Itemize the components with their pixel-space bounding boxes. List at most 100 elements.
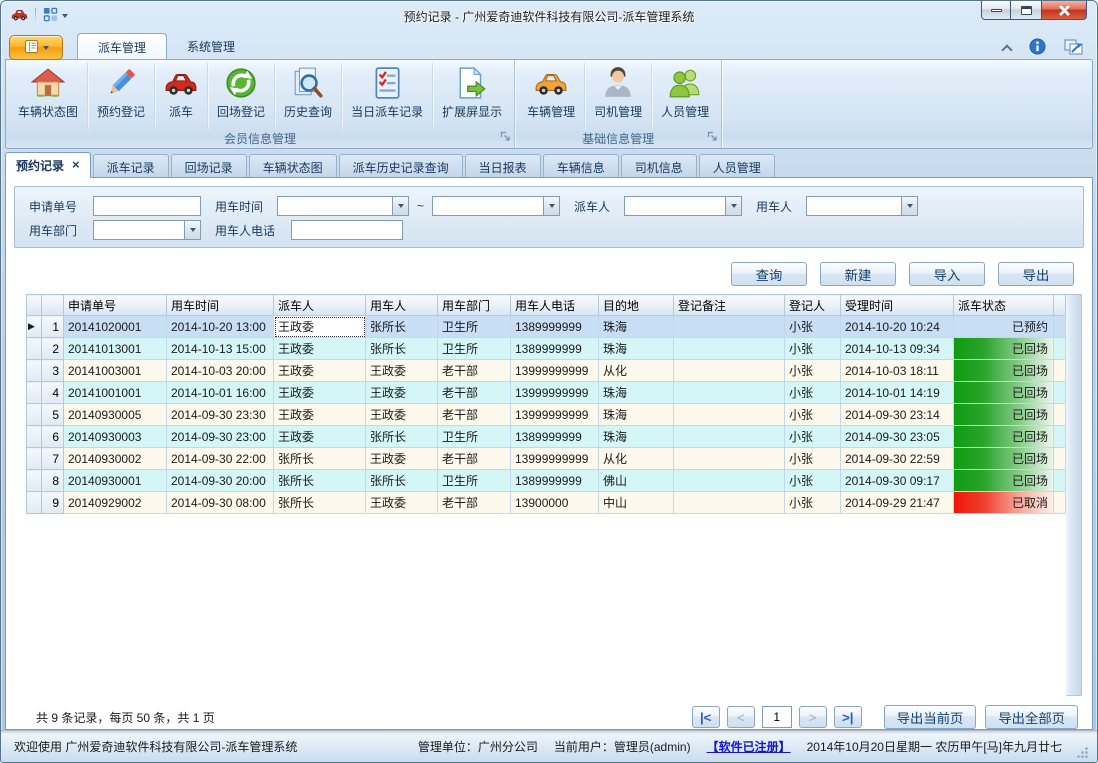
cell-status[interactable]: 已回场	[954, 448, 1054, 470]
cell-registrar[interactable]: 小张	[785, 404, 841, 426]
layout-squares-icon[interactable]	[43, 7, 58, 25]
ribbon-button-1-2[interactable]: 人员管理	[652, 63, 718, 129]
cell-note[interactable]	[674, 492, 785, 514]
cell-accept-time[interactable]: 2014-10-01 14:19	[841, 382, 954, 404]
table-row[interactable]: 9201409290022014-09-30 08:00张所长王政委老干部139…	[27, 492, 1066, 514]
doc-tab-4[interactable]: 派车历史记录查询	[339, 154, 463, 177]
row-number-cell[interactable]: 9	[42, 492, 64, 514]
user-phone-input[interactable]	[291, 220, 403, 240]
row-number-cell[interactable]: 4	[42, 382, 64, 404]
cell-accept-time[interactable]: 2014-09-29 21:47	[841, 492, 954, 514]
col-order-no[interactable]: 申请单号	[64, 295, 167, 316]
cell-accept-time[interactable]: 2014-10-03 18:11	[841, 360, 954, 382]
cell-use-time[interactable]: 2014-10-01 16:00	[167, 382, 274, 404]
cell-registrar[interactable]: 小张	[785, 492, 841, 514]
cell-accept-time[interactable]: 2014-09-30 22:59	[841, 448, 954, 470]
cell-user[interactable]: 王政委	[366, 382, 438, 404]
row-indicator-cell[interactable]: ▶	[27, 316, 42, 338]
cell-user[interactable]: 王政委	[366, 360, 438, 382]
next-page-button[interactable]: >	[799, 706, 827, 728]
row-number-cell[interactable]: 5	[42, 404, 64, 426]
ribbon-button-0-3[interactable]: 回场登记	[208, 63, 275, 129]
cell-destination[interactable]: 珠海	[599, 404, 674, 426]
table-row[interactable]: 8201409300012014-09-30 20:00张所长张所长卫生所138…	[27, 470, 1066, 492]
cell-note[interactable]	[674, 404, 785, 426]
col-destination[interactable]: 目的地	[599, 295, 674, 316]
cell-note[interactable]	[674, 316, 785, 338]
cell-status[interactable]: 已预约	[954, 316, 1054, 338]
cell-user[interactable]: 王政委	[366, 404, 438, 426]
cell-accept-time[interactable]: 2014-10-20 10:24	[841, 316, 954, 338]
cell-status[interactable]: 已回场	[954, 360, 1054, 382]
cell-user[interactable]: 张所长	[366, 338, 438, 360]
cell-registrar[interactable]: 小张	[785, 316, 841, 338]
use-time-to-combo[interactable]	[432, 196, 560, 216]
cell-order-no[interactable]: 20140930002	[64, 448, 167, 470]
col-use-time[interactable]: 用车时间	[167, 295, 274, 316]
cell-department[interactable]: 卫生所	[438, 316, 511, 338]
dialog-launcher-icon[interactable]	[707, 131, 718, 145]
table-row[interactable]: 6201409300032014-09-30 23:00王政委张所长卫生所138…	[27, 426, 1066, 448]
cell-user[interactable]: 张所长	[366, 316, 438, 338]
cell-accept-time[interactable]: 2014-09-30 09:17	[841, 470, 954, 492]
col-dispatcher[interactable]: 派车人	[274, 295, 366, 316]
minimize-button[interactable]	[981, 1, 1011, 20]
cell-use-time[interactable]: 2014-10-03 20:00	[167, 360, 274, 382]
cell-registrar[interactable]: 小张	[785, 382, 841, 404]
cell-order-no[interactable]: 20141001001	[64, 382, 167, 404]
tab-close-icon[interactable]: ×	[72, 160, 80, 170]
doc-tab-5[interactable]: 当日报表	[465, 154, 541, 177]
cell-phone[interactable]: 1389999999	[511, 470, 599, 492]
col-user[interactable]: 用车人	[366, 295, 438, 316]
order-no-input[interactable]	[93, 196, 201, 216]
doc-tab-6[interactable]: 车辆信息	[543, 154, 619, 177]
cell-use-time[interactable]: 2014-09-30 23:00	[167, 426, 274, 448]
cell-user[interactable]: 张所长	[366, 470, 438, 492]
row-number-cell[interactable]: 6	[42, 426, 64, 448]
table-row[interactable]: 2201410130012014-10-13 15:00王政委张所长卫生所138…	[27, 338, 1066, 360]
row-indicator-cell[interactable]	[27, 360, 42, 382]
user-combo[interactable]	[806, 196, 918, 216]
vertical-scrollbar[interactable]	[1066, 294, 1082, 696]
doc-tab-2[interactable]: 回场记录	[171, 154, 247, 177]
cell-order-no[interactable]: 20141013001	[64, 338, 167, 360]
doc-tab-8[interactable]: 人员管理	[699, 154, 775, 177]
cell-destination[interactable]: 珠海	[599, 316, 674, 338]
cell-destination[interactable]: 中山	[599, 492, 674, 514]
cell-destination[interactable]: 从化	[599, 360, 674, 382]
cell-destination[interactable]: 从化	[599, 448, 674, 470]
ribbon-button-0-4[interactable]: 历史查询	[275, 63, 342, 129]
cell-note[interactable]	[674, 426, 785, 448]
ribbon-button-0-6[interactable]: 扩展屏显示	[433, 63, 511, 129]
cell-use-time[interactable]: 2014-09-30 22:00	[167, 448, 274, 470]
import-button[interactable]: 导入	[909, 262, 985, 286]
cell-destination[interactable]: 佛山	[599, 470, 674, 492]
cell-dispatcher[interactable]: 王政委	[274, 316, 366, 338]
cell-status[interactable]: 已取消	[954, 492, 1054, 514]
cell-order-no[interactable]: 20140930003	[64, 426, 167, 448]
row-indicator-cell[interactable]	[27, 404, 42, 426]
cell-dispatcher[interactable]: 张所长	[274, 492, 366, 514]
ribbon-button-0-0[interactable]: 车辆状态图	[9, 63, 88, 129]
table-row[interactable]: 4201410010012014-10-01 16:00王政委王政委老干部139…	[27, 382, 1066, 404]
ribbon-button-0-2[interactable]: 派车	[155, 63, 208, 129]
cell-destination[interactable]: 珠海	[599, 426, 674, 448]
cell-dispatcher[interactable]: 王政委	[274, 360, 366, 382]
row-number-cell[interactable]: 2	[42, 338, 64, 360]
last-page-button[interactable]: >|	[834, 706, 862, 728]
row-indicator-cell[interactable]	[27, 470, 42, 492]
cell-status[interactable]: 已回场	[954, 426, 1054, 448]
cell-dispatcher[interactable]: 王政委	[274, 338, 366, 360]
ribbon-tab-1[interactable]: 系统管理	[167, 33, 255, 59]
cell-phone[interactable]: 13999999999	[511, 404, 599, 426]
dialog-launcher-icon[interactable]	[500, 131, 511, 145]
cell-note[interactable]	[674, 338, 785, 360]
table-row[interactable]: 5201409300052014-09-30 23:30王政委王政委老干部139…	[27, 404, 1066, 426]
first-page-button[interactable]: |<	[692, 706, 720, 728]
export-current-page-button[interactable]: 导出当前页	[884, 705, 977, 729]
cell-note[interactable]	[674, 448, 785, 470]
ribbon-button-1-1[interactable]: 司机管理	[585, 63, 652, 129]
cell-registrar[interactable]: 小张	[785, 426, 841, 448]
info-icon[interactable]	[1029, 38, 1046, 58]
app-logo-car-icon[interactable]	[11, 6, 28, 26]
